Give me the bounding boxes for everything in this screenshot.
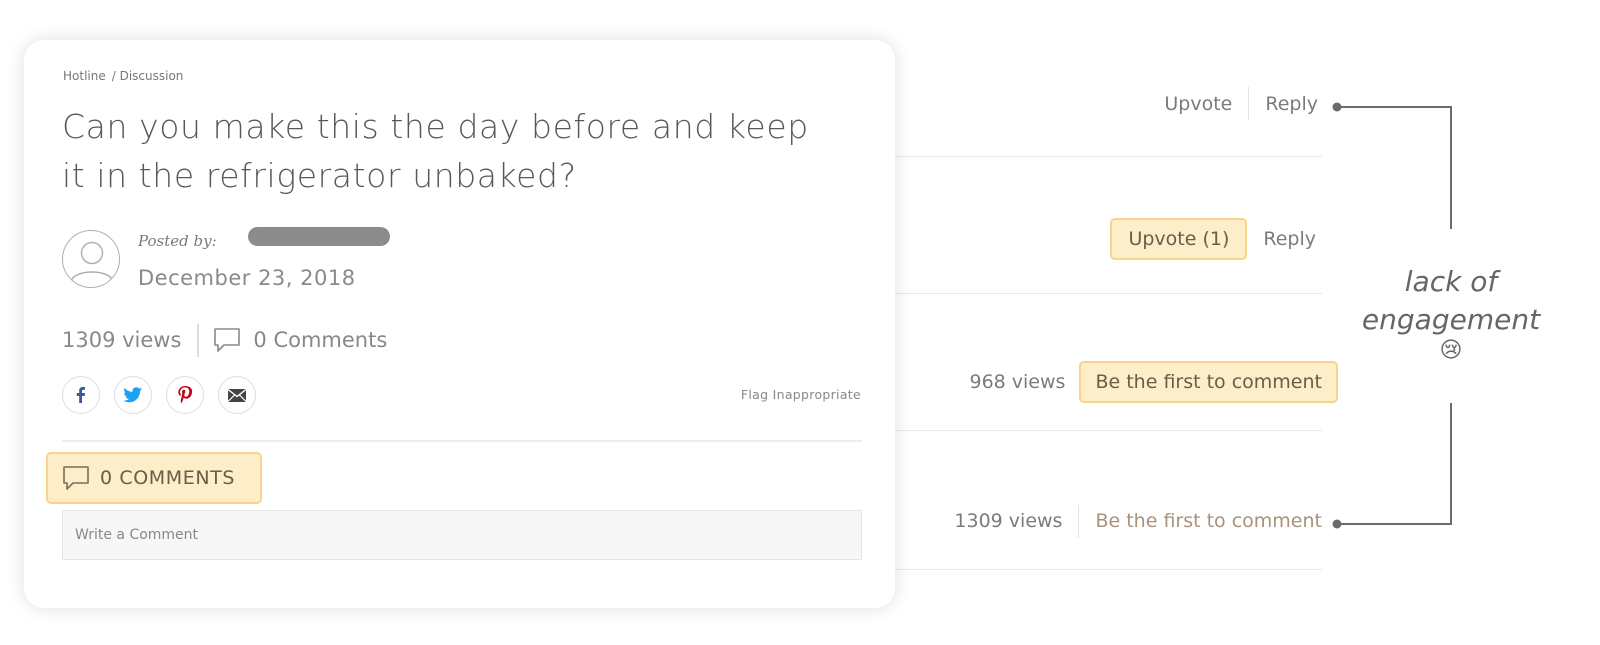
list-row-3-actions: 968 views Be the first to comment xyxy=(969,361,1338,403)
annotation-line-1: lack of xyxy=(1404,265,1498,298)
reply-button[interactable]: Reply xyxy=(1263,228,1316,250)
annotation-text: lack of engagement 😢 xyxy=(1346,263,1556,363)
twitter-share-button[interactable] xyxy=(114,376,152,414)
email-share-button[interactable] xyxy=(218,376,256,414)
twitter-icon xyxy=(123,387,142,403)
posted-by-label: Posted by: xyxy=(138,232,217,250)
reply-button[interactable]: Reply xyxy=(1265,93,1318,115)
divider xyxy=(197,323,200,357)
comment-icon xyxy=(214,328,241,352)
facebook-share-button[interactable] xyxy=(62,376,100,414)
row-divider xyxy=(876,156,1322,157)
breadcrumb: Hotline / Discussion xyxy=(63,69,189,83)
comments-header-highlighted[interactable]: 0 COMMENTS xyxy=(46,452,262,504)
upvote-button[interactable]: Upvote xyxy=(1164,93,1232,115)
comment-icon xyxy=(63,466,89,490)
row-divider xyxy=(876,569,1322,570)
list-row-1-actions: Upvote Reply xyxy=(1164,87,1322,120)
write-comment-input[interactable]: Write a Comment xyxy=(62,510,862,560)
crying-face-icon: 😢 xyxy=(1439,338,1463,363)
view-count: 1309 views xyxy=(954,510,1063,532)
upvote-button-highlighted[interactable]: Upvote (1) xyxy=(1110,218,1248,260)
view-count: 968 views xyxy=(969,371,1066,393)
envelope-icon xyxy=(227,388,247,402)
post-title: Can you make this the day before and kee… xyxy=(62,107,809,195)
first-comment-link[interactable]: Be the first to comment xyxy=(1095,510,1322,532)
redacted-author-name xyxy=(248,227,390,246)
avatar xyxy=(62,230,120,288)
divider xyxy=(1078,504,1080,538)
comments-header-label: 0 COMMENTS xyxy=(100,467,236,489)
breadcrumb-hotline[interactable]: Hotline xyxy=(63,69,106,83)
pinterest-share-button[interactable] xyxy=(166,376,204,414)
list-row-4-actions: 1309 views Be the first to comment xyxy=(954,504,1322,538)
view-count: 1309 views xyxy=(62,328,182,352)
user-icon xyxy=(70,241,114,282)
facebook-icon xyxy=(76,387,85,403)
row-divider xyxy=(876,293,1322,294)
divider xyxy=(1248,87,1250,120)
pinterest-icon xyxy=(178,386,193,404)
list-row-2-actions: Upvote (1) Reply xyxy=(1110,218,1322,260)
post-date: December 23, 2018 xyxy=(138,266,356,290)
discussion-list: Upvote Reply Upvote (1) Reply 968 views … xyxy=(876,0,1338,645)
row-divider xyxy=(876,430,1322,431)
post-stats: 1309 views 0 Comments xyxy=(62,323,387,357)
post-card: Hotline / Discussion Can you make this th… xyxy=(24,40,895,608)
first-comment-button-highlighted[interactable]: Be the first to comment xyxy=(1079,361,1338,403)
breadcrumb-discussion[interactable]: / Discussion xyxy=(112,69,184,83)
section-divider xyxy=(62,440,862,442)
comment-count[interactable]: 0 Comments xyxy=(253,328,387,352)
annotation-line-2: engagement xyxy=(1361,303,1541,336)
share-buttons xyxy=(62,376,256,414)
flag-inappropriate-link[interactable]: Flag Inappropriate xyxy=(741,387,861,402)
